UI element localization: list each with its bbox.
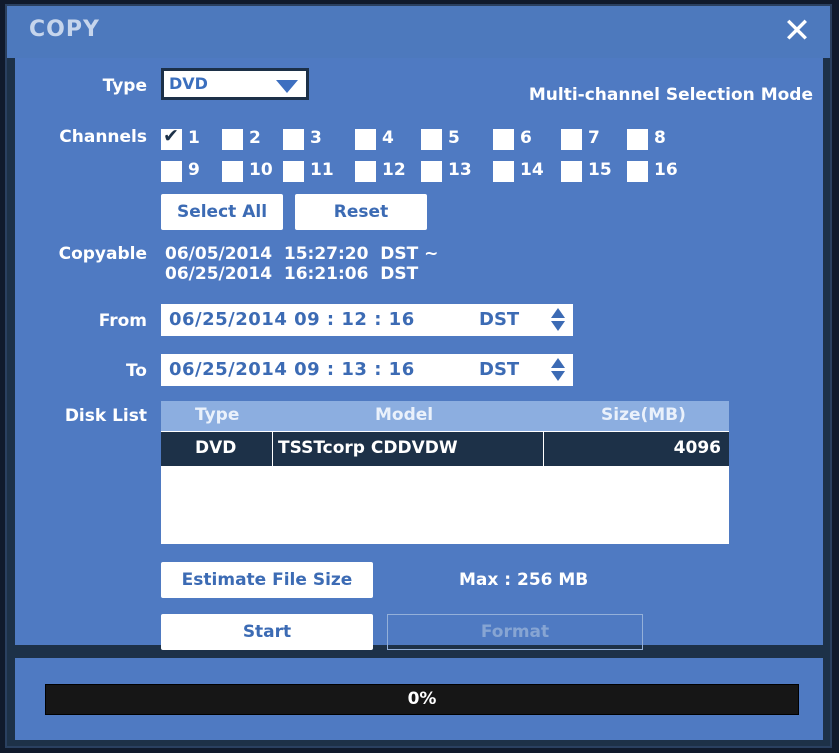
- to-datetime-value: 06/25/2014 09 : 13 : 16: [169, 359, 415, 380]
- to-timezone: DST: [479, 359, 520, 380]
- type-label: Type: [102, 76, 147, 96]
- disk-model-cell: TSSTcorp CDDVDW: [278, 438, 458, 458]
- copy-panel: Type DVD Multi-channel Selection Mode Ch…: [15, 58, 823, 650]
- channel-number: 5: [448, 128, 460, 148]
- channel-number: 14: [520, 160, 544, 180]
- checkbox-box[interactable]: [493, 161, 514, 182]
- copyable-label: Copyable: [58, 244, 147, 264]
- type-selected-value: DVD: [169, 74, 208, 93]
- format-button: Format: [387, 614, 643, 650]
- checkbox-box[interactable]: [493, 129, 514, 150]
- checkbox-box[interactable]: [283, 129, 304, 150]
- checkbox-box[interactable]: [561, 129, 582, 150]
- channels-label: Channels: [59, 127, 147, 147]
- reset-button[interactable]: Reset: [295, 194, 427, 230]
- checkbox-box[interactable]: [161, 161, 182, 182]
- checkbox-box[interactable]: [561, 161, 582, 182]
- progress-label: 0%: [407, 689, 437, 709]
- copy-dialog: COPY ✕ Type DVD Multi-channel Selection …: [5, 4, 832, 748]
- to-label: To: [125, 361, 147, 381]
- disk-size-cell: 4096: [673, 438, 721, 458]
- title-bar: COPY ✕: [7, 6, 830, 58]
- max-size-text: Max : 256 MB: [459, 570, 589, 590]
- copyable-end: 06/25/2014 16:21:06 DST: [165, 264, 419, 284]
- table-header: Type Model Size(MB): [161, 401, 729, 431]
- chevron-down-icon[interactable]: [276, 80, 298, 93]
- spinner-icon[interactable]: [551, 308, 565, 332]
- channel-number: 6: [520, 128, 532, 148]
- channel-number: 9: [188, 160, 200, 180]
- from-datetime-value: 06/25/2014 09 : 12 : 16: [169, 309, 415, 330]
- dialog-title: COPY: [29, 17, 100, 42]
- checkbox-box[interactable]: ✔: [161, 125, 182, 150]
- from-datetime-field[interactable]: 06/25/2014 09 : 12 : 16 DST: [161, 304, 573, 336]
- checkmark-icon: ✔: [163, 125, 179, 147]
- disk-list-label: Disk List: [64, 406, 147, 426]
- to-datetime-field[interactable]: 06/25/2014 09 : 13 : 16 DST: [161, 354, 573, 386]
- checkbox-box[interactable]: [222, 129, 243, 150]
- channel-number: 16: [654, 160, 678, 180]
- progress-panel: 0%: [15, 658, 823, 740]
- channel-number: 15: [588, 160, 612, 180]
- column-header-size: Size(MB): [601, 405, 686, 425]
- from-timezone: DST: [479, 309, 520, 330]
- channel-number: 7: [588, 128, 600, 148]
- close-icon[interactable]: ✕: [780, 12, 814, 50]
- checkbox-box[interactable]: [421, 161, 442, 182]
- channel-number: 3: [310, 128, 322, 148]
- select-all-button[interactable]: Select All: [161, 194, 283, 230]
- progress-bar: 0%: [45, 684, 799, 715]
- checkbox-box[interactable]: [222, 161, 243, 182]
- channel-number: 11: [310, 160, 334, 180]
- column-header-model: Model: [375, 405, 434, 425]
- disk-list-table: Type Model Size(MB) DVD TSSTcorp CDDVDW …: [161, 401, 729, 544]
- copyable-start: 06/05/2014 15:27:20 DST ~: [165, 244, 439, 264]
- channel-number: 1: [188, 128, 200, 148]
- start-button[interactable]: Start: [161, 614, 373, 650]
- channel-number: 4: [382, 128, 394, 148]
- selection-mode-label: Multi-channel Selection Mode: [528, 85, 813, 105]
- from-label: From: [98, 311, 147, 331]
- checkbox-box[interactable]: [421, 129, 442, 150]
- spinner-icon[interactable]: [551, 358, 565, 382]
- estimate-file-size-button[interactable]: Estimate File Size: [161, 562, 373, 598]
- channel-number: 8: [654, 128, 666, 148]
- checkbox-box[interactable]: [627, 129, 648, 150]
- column-header-type: Type: [195, 405, 240, 425]
- checkbox-box[interactable]: [283, 161, 304, 182]
- channel-number: 12: [382, 160, 406, 180]
- channel-number: 2: [249, 128, 261, 148]
- checkbox-box[interactable]: [627, 161, 648, 182]
- channel-number: 13: [448, 160, 472, 180]
- checkbox-box[interactable]: [355, 129, 376, 150]
- checkbox-box[interactable]: [355, 161, 376, 182]
- table-row[interactable]: DVD TSSTcorp CDDVDW 4096: [161, 432, 729, 466]
- channel-number: 10: [249, 160, 273, 180]
- type-dropdown[interactable]: DVD: [161, 68, 309, 100]
- disk-type-cell: DVD: [195, 438, 237, 458]
